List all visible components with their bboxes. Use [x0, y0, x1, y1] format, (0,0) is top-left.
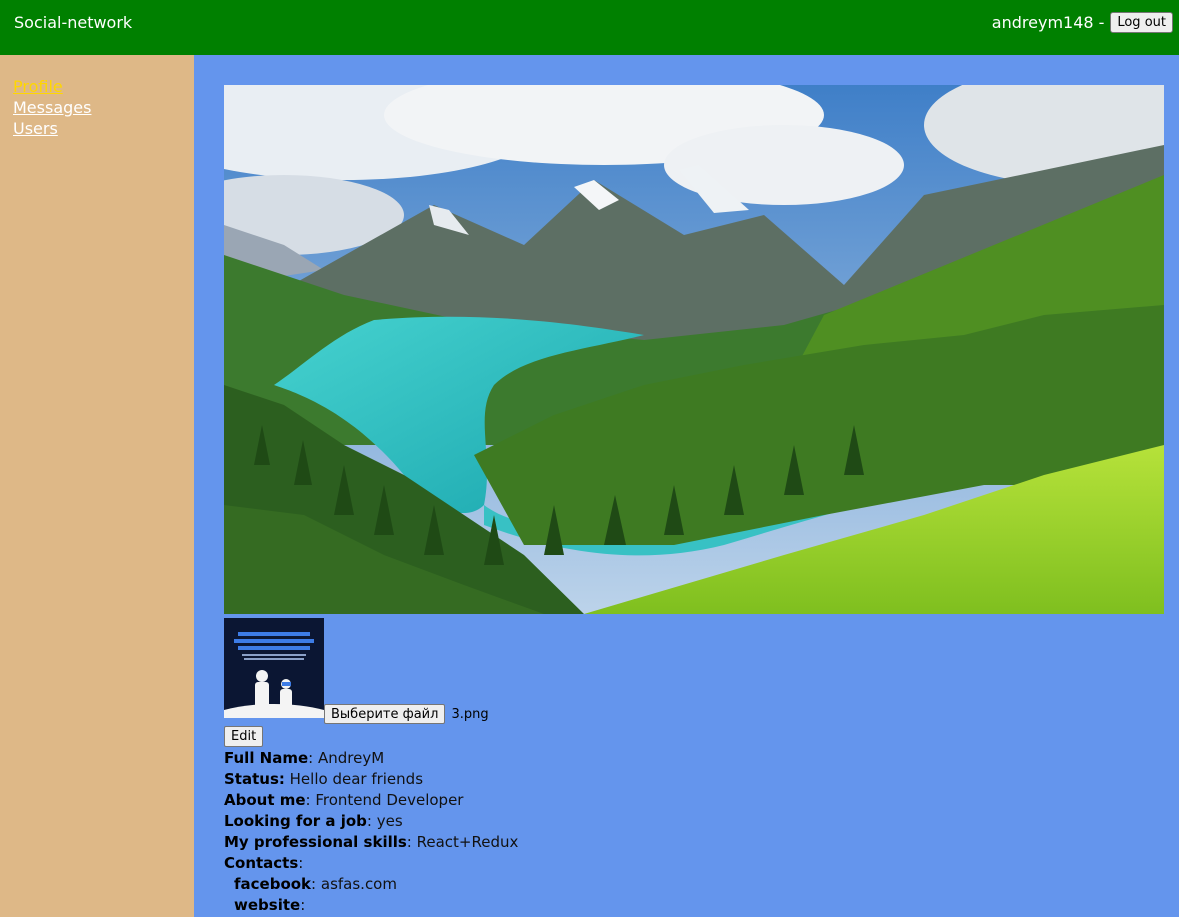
- looking-for-job-value: yes: [376, 812, 403, 830]
- about-me-label: About me: [224, 791, 306, 809]
- looking-for-job-row: Looking for a job: yes: [224, 812, 403, 830]
- main-content: Выберите файл 3.png Edit Full Name: Andr…: [194, 55, 1179, 917]
- sidebar-item-profile[interactable]: Profile: [13, 76, 91, 97]
- skills-label: My professional skills: [224, 833, 407, 851]
- username: andreym148: [991, 13, 1094, 32]
- profile-info: Full Name: AndreyM Status: Hello dear fr…: [224, 748, 518, 916]
- choose-file-button[interactable]: Выберите файл: [324, 704, 446, 724]
- facebook-value: asfas.com: [320, 875, 397, 893]
- hero-image: [224, 85, 1164, 614]
- avatar: [224, 618, 324, 718]
- sidebar-nav: Profile Messages Users: [13, 76, 91, 139]
- avatar-upload: Выберите файл 3.png: [324, 704, 489, 724]
- contacts-label: Contacts: [224, 854, 299, 872]
- contact-facebook: facebook: asfas.com: [234, 875, 397, 893]
- full-name-label: Full Name: [224, 749, 309, 767]
- looking-for-job-label: Looking for a job: [224, 812, 367, 830]
- app-brand: Social-network: [14, 13, 133, 32]
- sidebar-item-users[interactable]: Users: [13, 118, 91, 139]
- edit-profile-button[interactable]: Edit: [224, 726, 264, 747]
- contacts-row: Contacts:: [224, 854, 304, 872]
- status-label: Status:: [224, 770, 285, 788]
- skills-row: My professional skills: React+Redux: [224, 833, 519, 851]
- app-header: Social-network andreym148 - Log out: [0, 0, 1179, 55]
- full-name-row: Full Name: AndreyM: [224, 749, 385, 767]
- skills-value: React+Redux: [416, 833, 519, 851]
- status-row: Status: Hello dear friends: [224, 769, 518, 790]
- status-value[interactable]: Hello dear friends: [290, 770, 423, 788]
- about-me-value: Frontend Developer: [315, 791, 464, 809]
- full-name-value: AndreyM: [318, 749, 385, 767]
- sidebar-item-messages[interactable]: Messages: [13, 97, 91, 118]
- facebook-label: facebook: [234, 875, 312, 893]
- login-block: andreym148 - Log out: [992, 12, 1173, 33]
- sidebar: Profile Messages Users: [0, 55, 194, 917]
- selected-file-name: 3.png: [451, 706, 489, 722]
- contact-website: website:: [234, 896, 306, 914]
- logout-button[interactable]: Log out: [1110, 12, 1173, 33]
- about-me-row: About me: Frontend Developer: [224, 791, 464, 809]
- website-label: website: [234, 896, 301, 914]
- username-separator: -: [1098, 13, 1105, 32]
